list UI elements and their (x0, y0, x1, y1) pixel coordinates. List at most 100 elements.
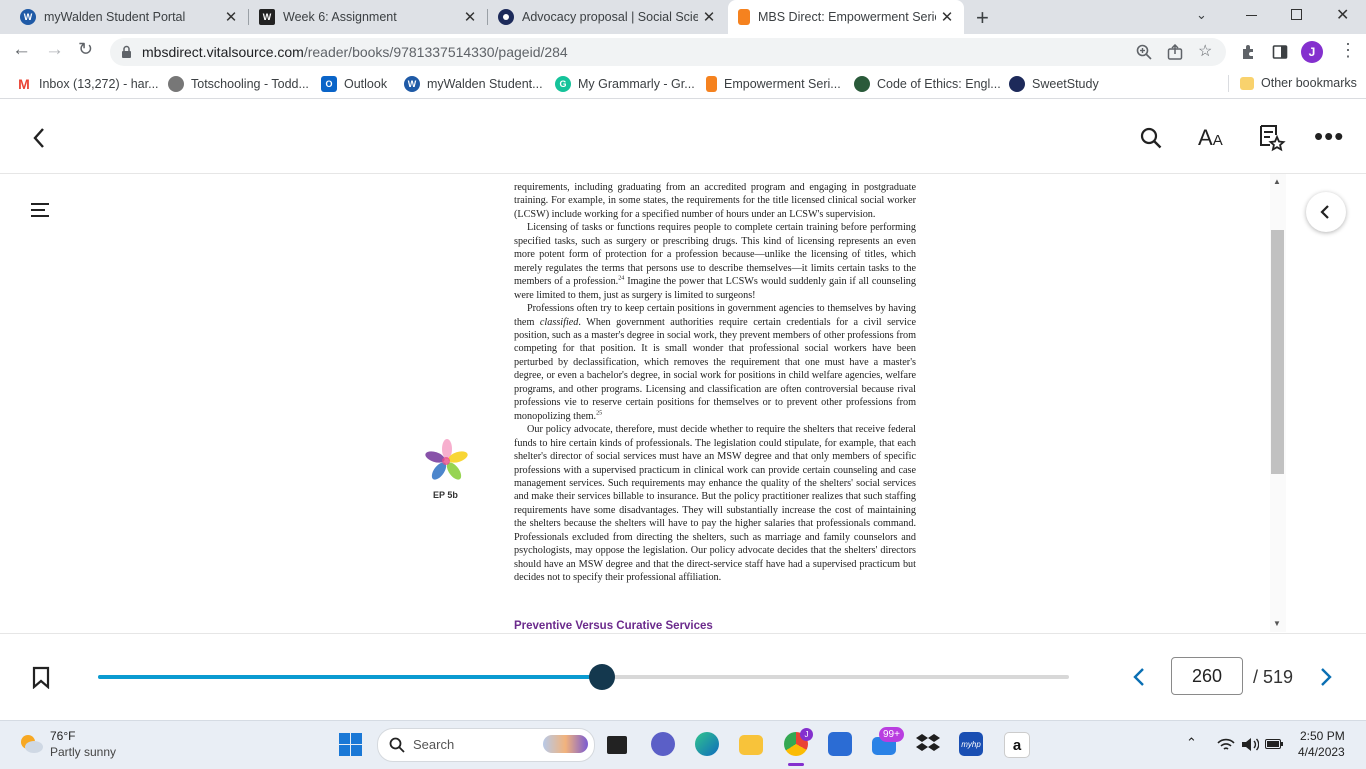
walden-icon: W (404, 76, 420, 92)
taskbar-search[interactable]: Search (377, 728, 595, 762)
taskbar (0, 720, 1366, 769)
windows-start-icon[interactable] (339, 733, 362, 756)
weather-temp: 76°F (50, 729, 76, 743)
paragraph-1: requirements, including graduating from … (514, 182, 916, 220)
search-placeholder: Search (413, 737, 455, 752)
walden-w-icon: W (259, 9, 275, 25)
back-icon[interactable]: ← (12, 39, 31, 61)
battery-icon[interactable] (1265, 739, 1283, 749)
chrome-menu-icon[interactable]: ⋮ (1339, 40, 1357, 61)
previous-page-icon[interactable] (1132, 667, 1146, 687)
tab-title: myWalden Student Portal (44, 10, 186, 24)
next-page-icon[interactable] (1319, 667, 1333, 687)
bookmark-sweetstudy[interactable]: SweetStudy (1009, 76, 1099, 92)
gmail-icon: M (18, 76, 30, 92)
mail-badge: 99+ (879, 727, 904, 742)
share-icon[interactable] (1167, 44, 1183, 60)
forward-icon[interactable]: → (45, 39, 64, 61)
clock-date[interactable]: 4/4/2023 (1298, 745, 1345, 759)
side-panel-icon[interactable] (1272, 44, 1288, 60)
bookmark-star-icon[interactable]: ☆ (1198, 41, 1212, 61)
paragraph-2: Licensing of tasks or functions requires… (514, 222, 916, 301)
grammarly-icon: G (555, 76, 571, 92)
tab-title: MBS Direct: Empowerment Series (758, 10, 936, 24)
volume-icon[interactable] (1241, 737, 1259, 752)
book-text: requirements, including graduating from … (514, 181, 916, 585)
zoom-icon[interactable] (1136, 44, 1152, 60)
scroll-down-arrow[interactable]: ▼ (1273, 619, 1281, 628)
mbs-icon (738, 9, 750, 25)
clock-time[interactable]: 2:50 PM (1300, 729, 1345, 743)
lock-icon (122, 45, 131, 58)
open-panel-button[interactable] (1306, 192, 1346, 232)
margin-label: EP 5b (433, 490, 458, 500)
bookmark-grammarly[interactable]: G My Grammarly - Gr... (555, 76, 695, 92)
tab-search-icon[interactable]: ⌄ (1196, 7, 1207, 23)
chrome-profile-badge: J (800, 728, 813, 741)
ep-competency-flower-icon (425, 439, 468, 480)
walden-icon: W (20, 9, 36, 25)
reload-icon[interactable]: ↻ (78, 39, 93, 60)
page-number-input[interactable] (1171, 657, 1243, 695)
left-rail (0, 174, 80, 632)
minimize-button[interactable] (1246, 15, 1257, 16)
nasw-icon (854, 76, 870, 92)
reader-back-icon[interactable] (32, 127, 46, 149)
tab-title: Week 6: Assignment (283, 10, 397, 24)
restore-button[interactable] (1291, 9, 1302, 20)
footnote-marker: 25 (596, 410, 603, 417)
table-of-contents-icon[interactable] (30, 202, 50, 218)
url-path: /reader/books/9781337514330/pageid/284 (303, 44, 568, 60)
text-size-icon[interactable]: AA (1198, 125, 1223, 151)
file-explorer-icon[interactable] (739, 735, 763, 755)
teams-chat-icon[interactable] (651, 732, 675, 756)
close-window-button[interactable]: ✕ (1336, 5, 1349, 25)
wifi-icon[interactable] (1217, 738, 1235, 752)
bookmark-totschooling[interactable]: Totschooling - Todd... (168, 76, 309, 92)
reader-header: AA ••• (0, 99, 1366, 174)
tab-mbs-direct[interactable]: MBS Direct: Empowerment Series ✕ (728, 0, 964, 34)
paragraph-3: Professions often try to keep certain po… (514, 303, 917, 422)
bookmark-page-icon[interactable] (32, 666, 50, 689)
close-tab-icon[interactable]: ✕ (936, 8, 958, 26)
tab-advocacy[interactable]: Advocacy proposal | Social Scienc ✕ (488, 0, 726, 34)
more-options-icon[interactable]: ••• (1314, 121, 1344, 152)
microsoft-store-icon[interactable] (828, 732, 852, 756)
sweetstudy-icon (1009, 76, 1025, 92)
myhp-icon[interactable]: myhp (959, 732, 983, 756)
bookmark-code-of-ethics[interactable]: Code of Ethics: Engl... (854, 76, 1001, 92)
bookmarks-bar: M Inbox (13,272) - har... Totschooling - … (0, 70, 1366, 99)
new-tab-button[interactable]: + (976, 5, 989, 31)
url-host: mbsdirect.vitalsource.com (142, 44, 304, 60)
close-tab-icon[interactable]: ✕ (459, 8, 481, 26)
right-rail (1286, 174, 1366, 632)
outlook-icon: O (321, 76, 337, 92)
bookmark-empowerment[interactable]: Empowerment Seri... (706, 76, 841, 92)
search-icon[interactable] (1140, 127, 1162, 149)
close-tab-icon[interactable]: ✕ (698, 8, 720, 26)
bookmark-inbox[interactable]: M Inbox (13,272) - har... (16, 76, 158, 92)
page-slider-thumb[interactable] (588, 664, 615, 690)
task-view-icon[interactable] (607, 736, 627, 754)
tab-mywalden[interactable]: W myWalden Student Portal ✕ (0, 0, 248, 34)
other-bookmarks[interactable]: Other bookmarks (1240, 76, 1357, 90)
extensions-icon[interactable] (1240, 44, 1256, 60)
search-highlight-image (543, 735, 588, 753)
close-tab-icon[interactable]: ✕ (220, 8, 242, 26)
tab-week6[interactable]: W Week 6: Assignment ✕ (249, 0, 487, 34)
sweetstudy-icon (498, 9, 514, 25)
show-hidden-icons[interactable]: ⌃ (1186, 735, 1197, 751)
weather-sun-icon[interactable] (18, 731, 44, 755)
bookmark-outlook[interactable]: O Outlook (321, 76, 387, 92)
search-icon (389, 737, 405, 753)
notes-icon[interactable] (1258, 124, 1286, 152)
scroll-up-arrow[interactable]: ▲ (1273, 177, 1281, 186)
amazon-icon[interactable]: a (1004, 732, 1030, 758)
bookmark-mywalden[interactable]: WmyWalden Student... (404, 76, 543, 92)
weather-status: Partly sunny (50, 745, 117, 759)
dropbox-icon[interactable] (916, 733, 940, 755)
scrollbar-thumb[interactable] (1271, 230, 1284, 474)
edge-icon[interactable] (695, 732, 719, 756)
profile-avatar[interactable]: J (1301, 41, 1323, 63)
address-bar[interactable]: mbsdirect.vitalsource.com/reader/books/9… (110, 38, 1226, 66)
